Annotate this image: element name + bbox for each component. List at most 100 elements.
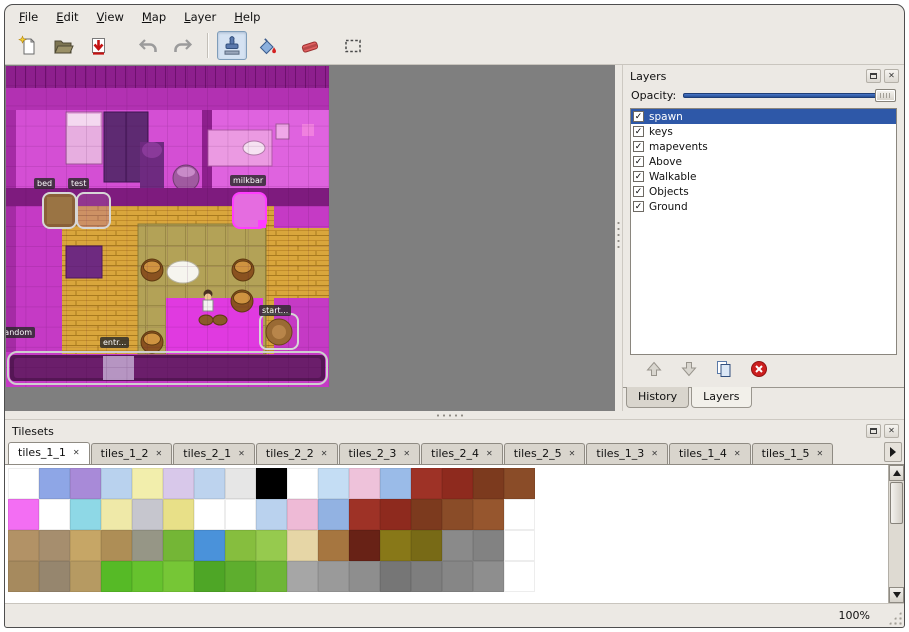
opacity-slider[interactable]: [683, 88, 896, 103]
tile-2-0[interactable]: [8, 530, 39, 561]
tile-0-13[interactable]: [411, 468, 442, 499]
resize-grip[interactable]: [888, 611, 902, 625]
tile-1-2[interactable]: [70, 499, 101, 530]
horizontal-splitter[interactable]: [5, 411, 904, 419]
tile-0-10[interactable]: [318, 468, 349, 499]
tile-1-0[interactable]: [8, 499, 39, 530]
layer-visibility-checkbox[interactable]: ✓: [633, 156, 644, 167]
redo-button[interactable]: [168, 31, 198, 60]
undo-button[interactable]: [133, 31, 163, 60]
layer-visibility-checkbox[interactable]: ✓: [633, 201, 644, 212]
tile-2-9[interactable]: [287, 530, 318, 561]
tile-1-13[interactable]: [411, 499, 442, 530]
tile-0-3[interactable]: [101, 468, 132, 499]
tile-2-14[interactable]: [442, 530, 473, 561]
tile-1-14[interactable]: [442, 499, 473, 530]
tile-1-11[interactable]: [349, 499, 380, 530]
tile-3-12[interactable]: [380, 561, 411, 592]
tile-3-14[interactable]: [442, 561, 473, 592]
save-map-button[interactable]: [83, 31, 113, 60]
tile-1-3[interactable]: [101, 499, 132, 530]
layer-visibility-checkbox[interactable]: ✓: [633, 141, 644, 152]
tile-3-7[interactable]: [225, 561, 256, 592]
tile-0-11[interactable]: [349, 468, 380, 499]
duplicate-layer-button[interactable]: [713, 360, 735, 382]
tileset-tab-tiles_1_2[interactable]: tiles_1_2✕: [91, 443, 173, 464]
new-map-button[interactable]: [13, 31, 43, 60]
tile-3-1[interactable]: [39, 561, 70, 592]
tile-3-5[interactable]: [163, 561, 194, 592]
tile-1-1[interactable]: [39, 499, 70, 530]
tile-2-10[interactable]: [318, 530, 349, 561]
tile-2-4[interactable]: [132, 530, 163, 561]
tile-2-5[interactable]: [163, 530, 194, 561]
tile-1-4[interactable]: [132, 499, 163, 530]
tileset-view[interactable]: [5, 465, 904, 603]
tile-2-8[interactable]: [256, 530, 287, 561]
tile-0-6[interactable]: [194, 468, 225, 499]
tile-1-12[interactable]: [380, 499, 411, 530]
tile-0-14[interactable]: [442, 468, 473, 499]
layer-row-spawn[interactable]: ✓spawn: [631, 109, 896, 124]
layers-float-button[interactable]: [866, 69, 881, 83]
tile-3-15[interactable]: [473, 561, 504, 592]
layer-row-Objects[interactable]: ✓Objects: [631, 184, 896, 199]
tab-history[interactable]: History: [626, 387, 689, 408]
tile-3-9[interactable]: [287, 561, 318, 592]
tile-3-2[interactable]: [70, 561, 101, 592]
tile-0-7[interactable]: [225, 468, 256, 499]
close-icon[interactable]: ✕: [73, 449, 80, 457]
tile-1-10[interactable]: [318, 499, 349, 530]
tile-3-16[interactable]: [504, 561, 535, 592]
tile-2-16[interactable]: [504, 530, 535, 561]
layer-row-mapevents[interactable]: ✓mapevents: [631, 139, 896, 154]
tile-1-6[interactable]: [194, 499, 225, 530]
tileset-scrollbar[interactable]: [888, 465, 904, 603]
layer-visibility-checkbox[interactable]: ✓: [633, 171, 644, 182]
map-canvas[interactable]: bedtestmilkbarstart...randomentr...: [6, 66, 329, 387]
close-icon[interactable]: ✕: [817, 450, 824, 458]
rect-select-button[interactable]: [338, 31, 368, 60]
eraser-button[interactable]: [295, 31, 325, 60]
layer-visibility-checkbox[interactable]: ✓: [633, 111, 644, 122]
scroll-down-button[interactable]: [889, 587, 904, 603]
lower-layer-button[interactable]: [678, 360, 700, 382]
tile-0-1[interactable]: [39, 468, 70, 499]
close-icon[interactable]: ✕: [156, 450, 163, 458]
delete-layer-button[interactable]: [748, 360, 770, 382]
tile-0-12[interactable]: [380, 468, 411, 499]
tile-3-3[interactable]: [101, 561, 132, 592]
vertical-splitter[interactable]: [615, 65, 622, 411]
tileset-tab-tiles_2_4[interactable]: tiles_2_4✕: [421, 443, 503, 464]
tileset-tab-tiles_2_5[interactable]: tiles_2_5✕: [504, 443, 586, 464]
close-icon[interactable]: ✕: [321, 450, 328, 458]
tile-0-16[interactable]: [504, 468, 535, 499]
menu-view[interactable]: View: [89, 8, 132, 26]
tile-2-12[interactable]: [380, 530, 411, 561]
opacity-slider-handle[interactable]: [875, 89, 896, 102]
tile-0-4[interactable]: [132, 468, 163, 499]
tile-2-3[interactable]: [101, 530, 132, 561]
menu-map[interactable]: Map: [134, 8, 174, 26]
close-icon[interactable]: ✕: [403, 450, 410, 458]
layers-close-button[interactable]: ✕: [884, 69, 899, 83]
close-icon[interactable]: ✕: [238, 450, 245, 458]
tileset-tab-tiles_1_5[interactable]: tiles_1_5✕: [752, 443, 834, 464]
tile-1-9[interactable]: [287, 499, 318, 530]
scroll-up-button[interactable]: [889, 465, 904, 481]
stamp-brush-button[interactable]: [217, 31, 247, 60]
tile-3-0[interactable]: [8, 561, 39, 592]
layer-row-Ground[interactable]: ✓Ground: [631, 199, 896, 214]
tile-1-8[interactable]: [256, 499, 287, 530]
tile-0-5[interactable]: [163, 468, 194, 499]
layer-visibility-checkbox[interactable]: ✓: [633, 126, 644, 137]
tile-0-0[interactable]: [8, 468, 39, 499]
open-map-button[interactable]: [48, 31, 78, 60]
raise-layer-button[interactable]: [643, 360, 665, 382]
close-icon[interactable]: ✕: [569, 450, 576, 458]
layer-visibility-checkbox[interactable]: ✓: [633, 186, 644, 197]
layer-row-Walkable[interactable]: ✓Walkable: [631, 169, 896, 184]
tile-2-2[interactable]: [70, 530, 101, 561]
tile-1-5[interactable]: [163, 499, 194, 530]
scrollbar-thumb[interactable]: [890, 482, 903, 524]
